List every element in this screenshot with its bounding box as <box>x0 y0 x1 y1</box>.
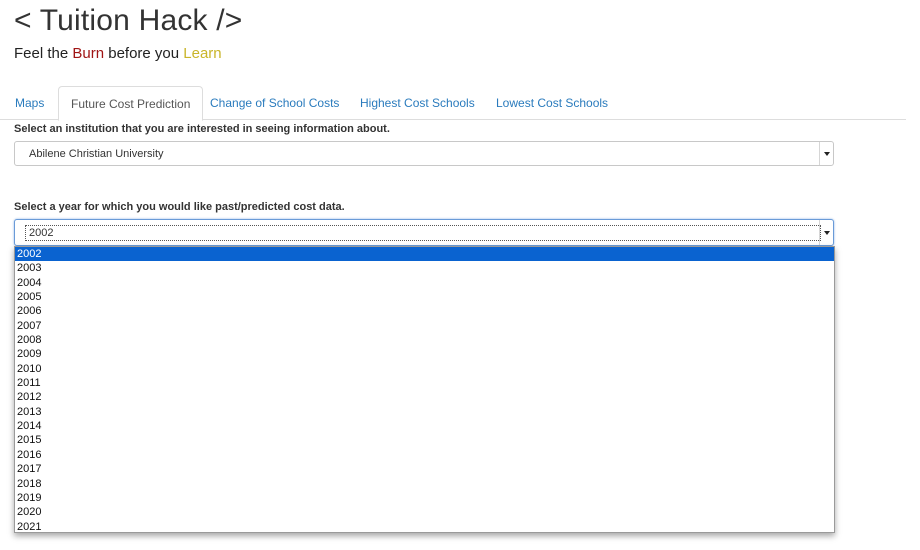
year-option[interactable]: 2012 <box>15 390 834 404</box>
year-option[interactable]: 2015 <box>15 433 834 447</box>
year-option[interactable]: 2010 <box>15 362 834 376</box>
year-label: Select a year for which you would like p… <box>14 201 345 213</box>
institution-label: Select an institution that you are inter… <box>14 123 390 135</box>
tagline-part1: Feel the <box>14 45 73 62</box>
year-option[interactable]: 2014 <box>15 419 834 433</box>
year-option[interactable]: 2017 <box>15 462 834 476</box>
year-selected-value: 2002 <box>25 225 821 241</box>
tagline-learn: Learn <box>183 45 222 62</box>
tagline-burn: Burn <box>72 45 105 62</box>
year-option[interactable]: 2018 <box>15 477 834 491</box>
tab-highest-cost-schools[interactable]: Highest Cost Schools <box>360 86 475 120</box>
year-option[interactable]: 2019 <box>15 491 834 505</box>
tab-change-of-school-costs[interactable]: Change of School Costs <box>210 86 339 120</box>
tab-future-cost-prediction[interactable]: Future Cost Prediction <box>58 86 204 121</box>
year-select[interactable]: 2002 <box>14 219 834 246</box>
tagline: Feel the Burn before you Learn <box>14 45 222 62</box>
chevron-down-icon <box>823 151 830 156</box>
tab-maps[interactable]: Maps <box>15 86 44 120</box>
year-select-arrow[interactable] <box>819 220 833 245</box>
chevron-down-icon <box>823 230 830 235</box>
year-option[interactable]: 2011 <box>15 376 834 390</box>
year-option[interactable]: 2003 <box>15 261 834 275</box>
institution-select-arrow[interactable] <box>819 142 833 165</box>
institution-selected-value: Abilene Christian University <box>29 148 164 160</box>
year-option[interactable]: 2020 <box>15 505 834 519</box>
year-option[interactable]: 2008 <box>15 333 834 347</box>
year-option[interactable]: 2021 <box>15 520 834 532</box>
year-option[interactable]: 2009 <box>15 347 834 361</box>
year-dropdown-list: 2002 2003 2004 2005 2006 2007 2008 2009 … <box>14 246 835 533</box>
tab-lowest-cost-schools[interactable]: Lowest Cost Schools <box>496 86 608 120</box>
year-option[interactable]: 2006 <box>15 304 834 318</box>
year-option[interactable]: 2007 <box>15 319 834 333</box>
year-option[interactable]: 2005 <box>15 290 834 304</box>
institution-select[interactable]: Abilene Christian University <box>14 141 834 166</box>
tab-bar: Maps Future Cost Prediction Change of Sc… <box>0 86 906 121</box>
year-option[interactable]: 2016 <box>15 448 834 462</box>
tagline-part2: before you <box>104 45 184 62</box>
year-option[interactable]: 2013 <box>15 405 834 419</box>
year-option[interactable]: 2004 <box>15 276 834 290</box>
app-title: < Tuition Hack /> <box>14 4 243 37</box>
year-option[interactable]: 2002 <box>15 247 834 262</box>
